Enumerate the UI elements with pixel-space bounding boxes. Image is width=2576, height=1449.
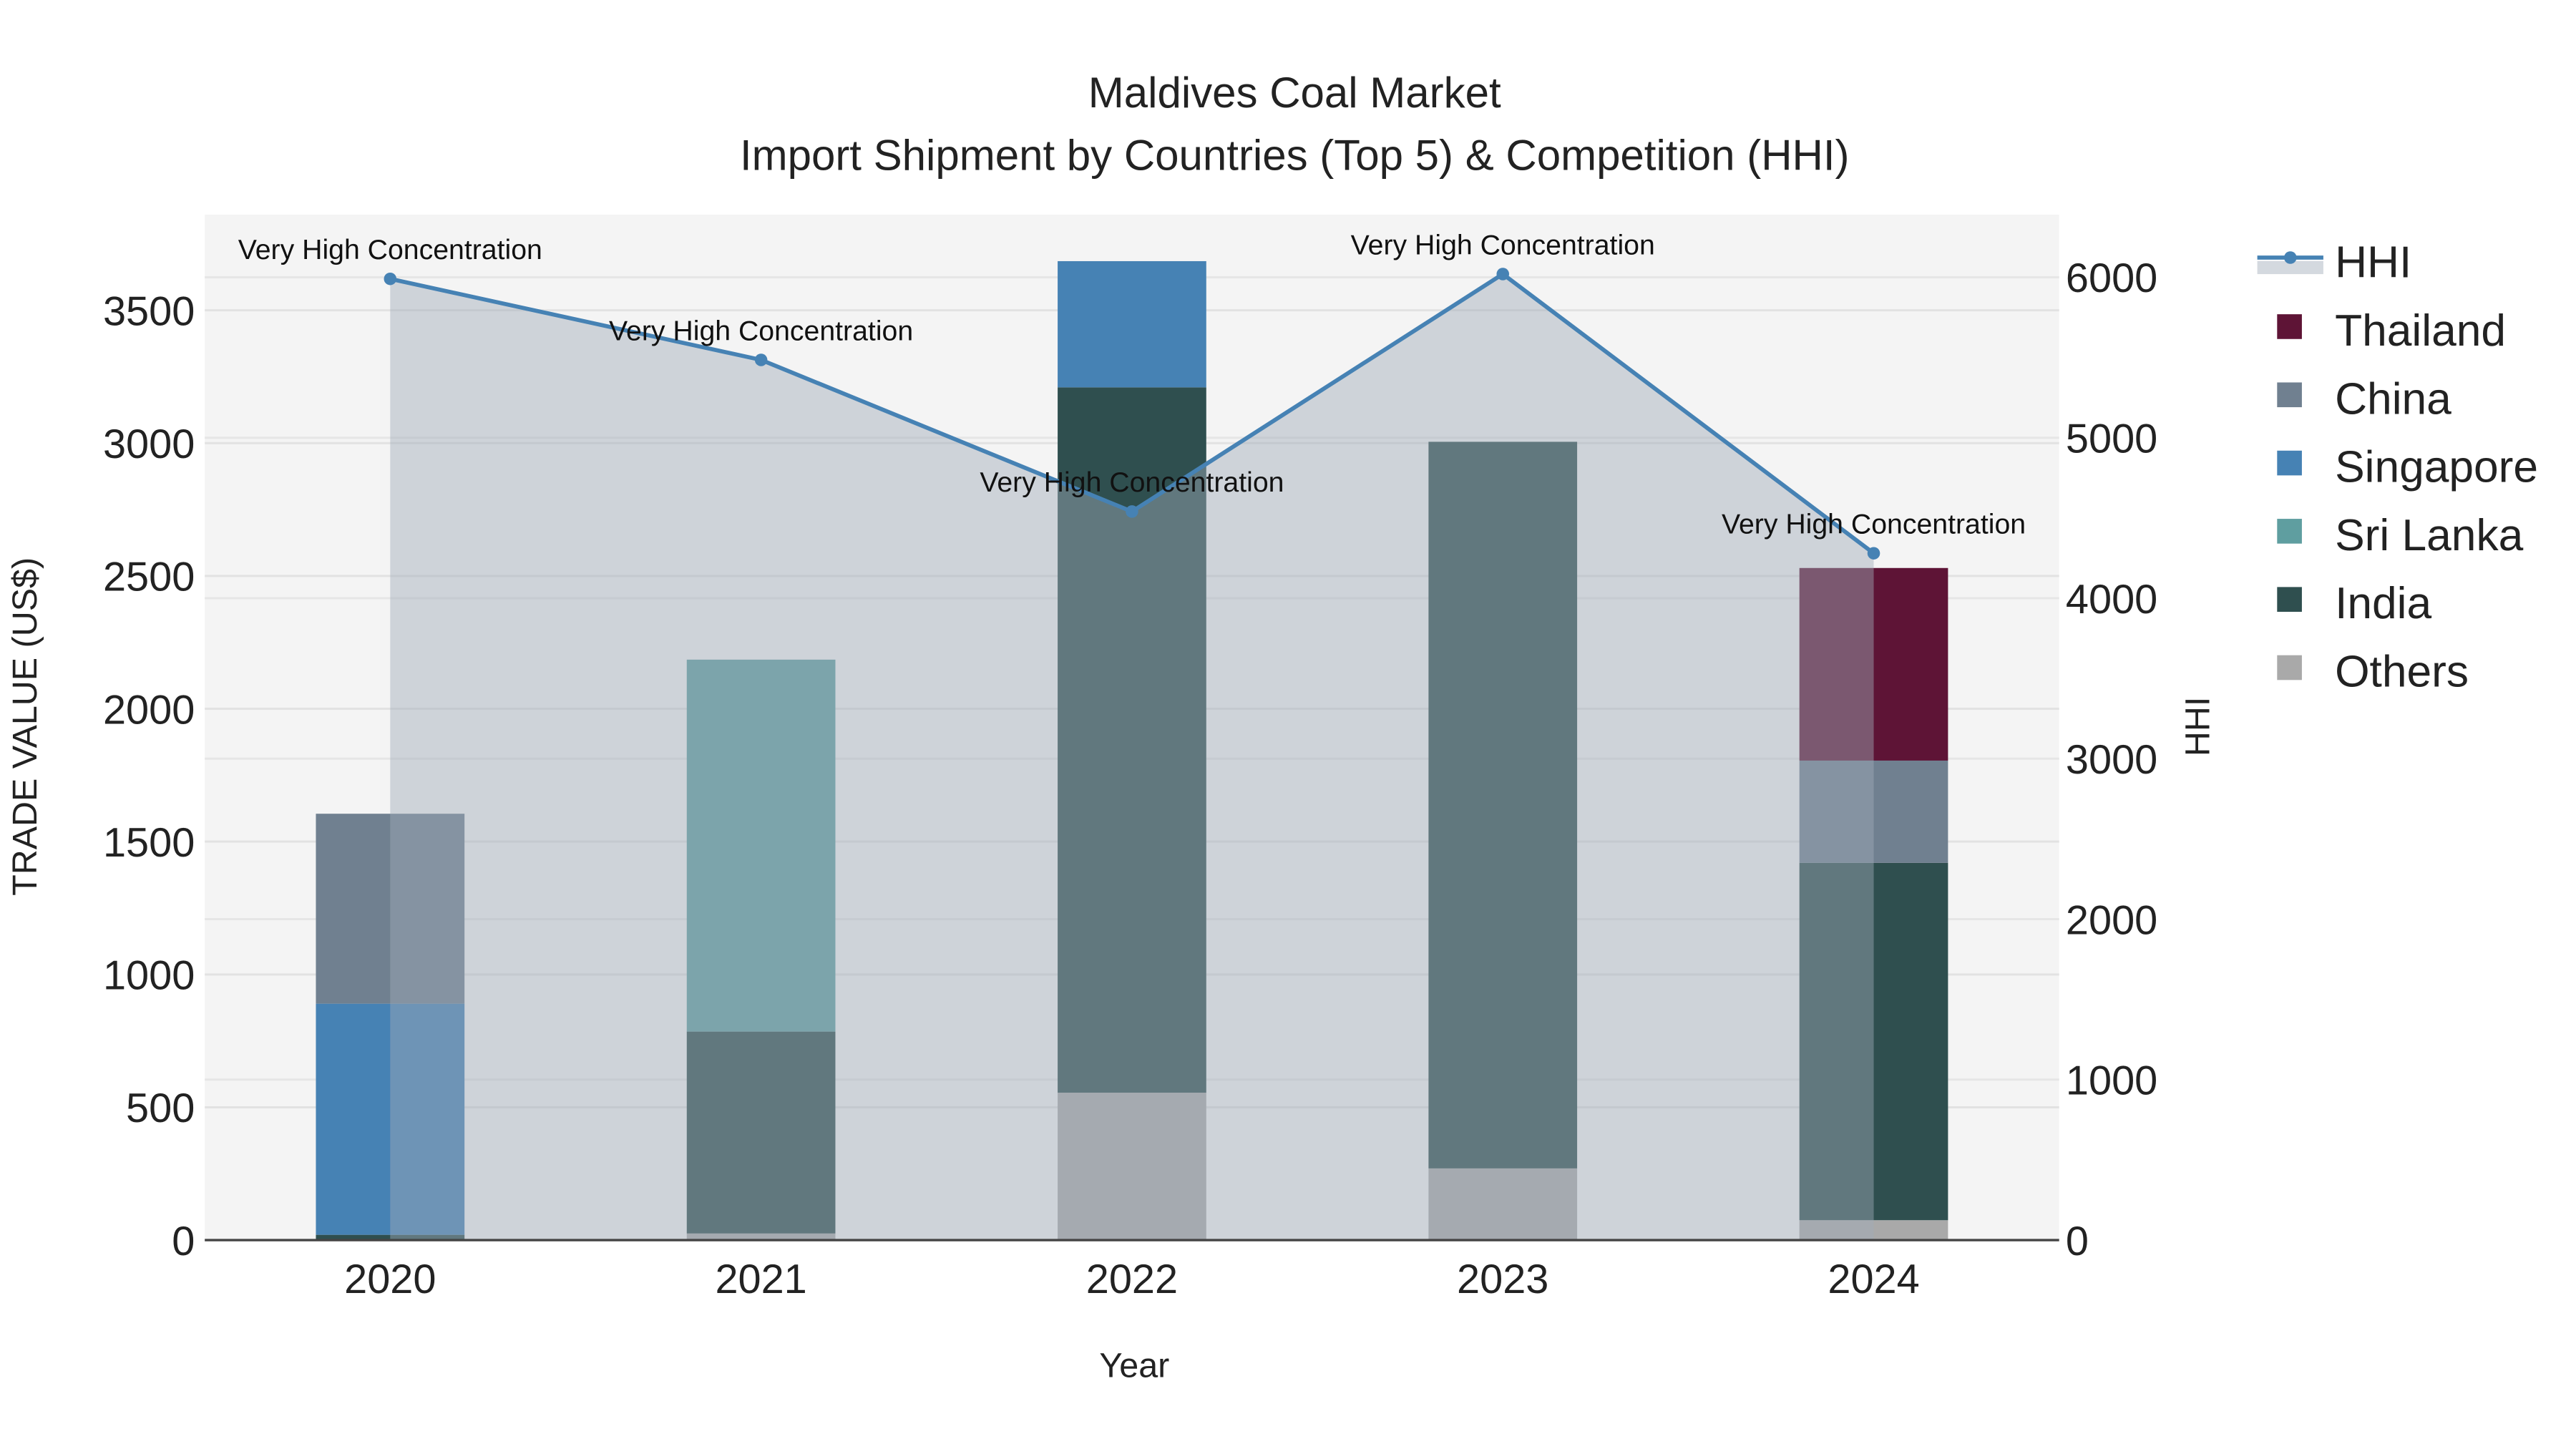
hhi-annotation: Very High Concentration <box>1722 509 2026 540</box>
legend-swatch-china <box>2277 382 2302 408</box>
hhi-point-2023 <box>1496 268 1509 280</box>
x-axis-label: Year <box>1099 1347 1169 1385</box>
legend-label: India <box>2335 579 2431 628</box>
y-tick-label: 0 <box>172 1219 195 1264</box>
bar-singapore-2022 <box>1058 260 1206 388</box>
x-tick-label: 2021 <box>715 1257 806 1302</box>
y-tick-label: 500 <box>126 1085 195 1131</box>
hhi-point-2020 <box>384 272 397 286</box>
legend-swatch-india <box>2277 587 2302 612</box>
legend-label: Others <box>2335 648 2469 697</box>
y-tick-label: 2500 <box>103 555 195 600</box>
legend-label: Singapore <box>2335 443 2538 492</box>
y2-tick-label: 1000 <box>2066 1058 2157 1104</box>
x-tick-label: 2022 <box>1086 1257 1178 1302</box>
y2-tick-label: 0 <box>2066 1219 2089 1264</box>
hhi-point-2022 <box>1126 505 1138 518</box>
y-axis-label: TRADE VALUE (US$) <box>6 557 44 896</box>
y2-tick-label: 3000 <box>2066 737 2157 783</box>
y-tick-label: 1000 <box>103 953 195 999</box>
y-tick-label: 3500 <box>103 288 195 334</box>
y-tick-label: 3000 <box>103 421 195 467</box>
y2-axis-label: HHI <box>2179 697 2218 756</box>
legend-label: Sri Lanka <box>2335 511 2524 560</box>
chart-title: Maldives Coal Market <box>1088 69 1501 117</box>
y-tick-label: 1500 <box>103 820 195 866</box>
hhi-point-2021 <box>754 353 768 366</box>
y2-tick-label: 2000 <box>2066 897 2157 943</box>
chart-subtitle: Import Shipment by Countries (Top 5) & C… <box>740 132 1850 180</box>
hhi-annotation: Very High Concentration <box>238 234 542 265</box>
legend-hhi-marker-icon <box>2284 251 2297 264</box>
x-tick-label: 2024 <box>1828 1257 1919 1302</box>
legend-label: HHI <box>2335 238 2411 288</box>
y-tick-label: 2000 <box>103 687 195 733</box>
hhi-annotation: Very High Concentration <box>1351 229 1655 260</box>
legend-swatch-others <box>2277 655 2302 680</box>
legend-swatch-thailand <box>2277 314 2302 339</box>
hhi-point-2024 <box>1867 547 1880 560</box>
y2-tick-label: 5000 <box>2066 416 2157 462</box>
legend-swatch-singapore <box>2277 450 2302 476</box>
x-tick-label: 2020 <box>344 1257 436 1302</box>
hhi-annotation: Very High Concentration <box>980 467 1284 498</box>
x-tick-label: 2023 <box>1457 1257 1548 1302</box>
legend-label: Thailand <box>2335 306 2506 356</box>
hhi-annotation: Very High Concentration <box>609 315 913 346</box>
y2-tick-label: 6000 <box>2066 255 2157 301</box>
legend-label: China <box>2335 374 2451 424</box>
legend-swatch-sri-lanka <box>2277 519 2302 544</box>
y2-tick-label: 4000 <box>2066 577 2157 623</box>
chart: Very High Concentration Very High Concent… <box>6 69 2538 1385</box>
